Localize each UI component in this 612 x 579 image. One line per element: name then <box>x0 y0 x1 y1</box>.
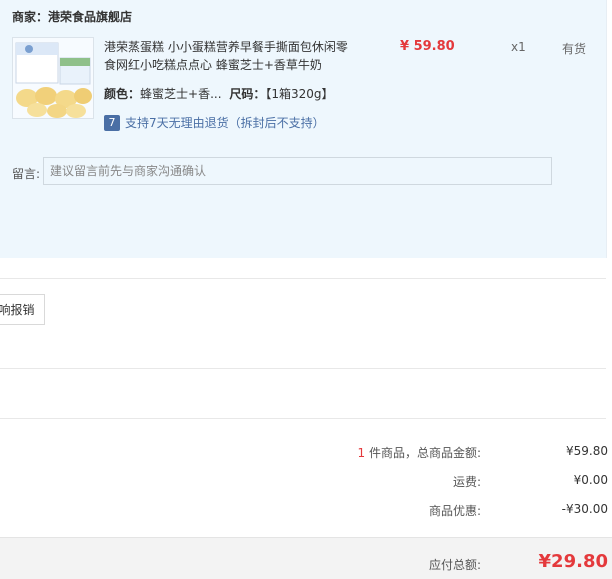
goods-count: 1 <box>357 446 366 460</box>
size-value: 【1箱320g】 <box>265 87 334 101</box>
product-thumbnail[interactable] <box>12 37 94 119</box>
merchant-info: 商家：港荣食品旗舰店 <box>12 8 132 25</box>
note-label: 留言: <box>12 167 41 181</box>
return-policy-text: 支持7天无理由退货（拆封后不支持） <box>125 116 325 130</box>
size-label: 尺码： <box>229 87 266 101</box>
return-policy[interactable]: 7 支持7天无理由退货（拆封后不支持） <box>104 114 325 131</box>
product-price: ¥ 59.80 <box>400 39 455 54</box>
order-item-panel: 商家：港荣食品旗舰店 港荣蒸蛋糕 小小蛋糕营养早餐手撕面包休闲零食网红小吃糕点点… <box>0 0 607 258</box>
product-title[interactable]: 港荣蒸蛋糕 小小蛋糕营养早餐手撕面包休闲零食网红小吃糕点点心 蜂蜜芝士+香草牛奶 <box>104 38 349 74</box>
color-label: 颜色： <box>104 87 141 101</box>
shipping-amount: ¥0.00 <box>573 473 608 487</box>
seven-day-return-icon: 7 <box>104 114 120 131</box>
merchant-label: 商家： <box>12 10 49 24</box>
total-bar <box>0 537 612 579</box>
receipt-button[interactable]: 响报销 <box>0 294 45 325</box>
goods-count-label: 1 件商品，总商品金额: <box>358 444 482 461</box>
product-image <box>13 38 93 118</box>
goods-amount-label: 件商品，总商品金额: <box>365 446 481 460</box>
goods-amount: ¥59.80 <box>566 444 608 458</box>
divider <box>0 368 606 369</box>
product-quantity: x1 <box>511 40 526 54</box>
discount-label: 商品优惠: <box>428 504 481 518</box>
total-label: 应付总额: <box>428 558 481 572</box>
note-input[interactable] <box>43 157 552 185</box>
divider <box>0 278 606 279</box>
shipping-label: 运费: <box>452 475 481 489</box>
color-value: 蜂蜜芝士+香... <box>140 87 222 101</box>
merchant-name[interactable]: 港荣食品旗舰店 <box>48 10 132 24</box>
divider <box>0 418 606 419</box>
stock-status: 有货 <box>562 42 587 56</box>
product-attributes: 颜色：蜂蜜芝士+香... 尺码：【1箱320g】 <box>104 85 334 102</box>
discount-amount: -¥30.00 <box>561 502 608 516</box>
total-amount: ¥29.80 <box>538 551 608 572</box>
